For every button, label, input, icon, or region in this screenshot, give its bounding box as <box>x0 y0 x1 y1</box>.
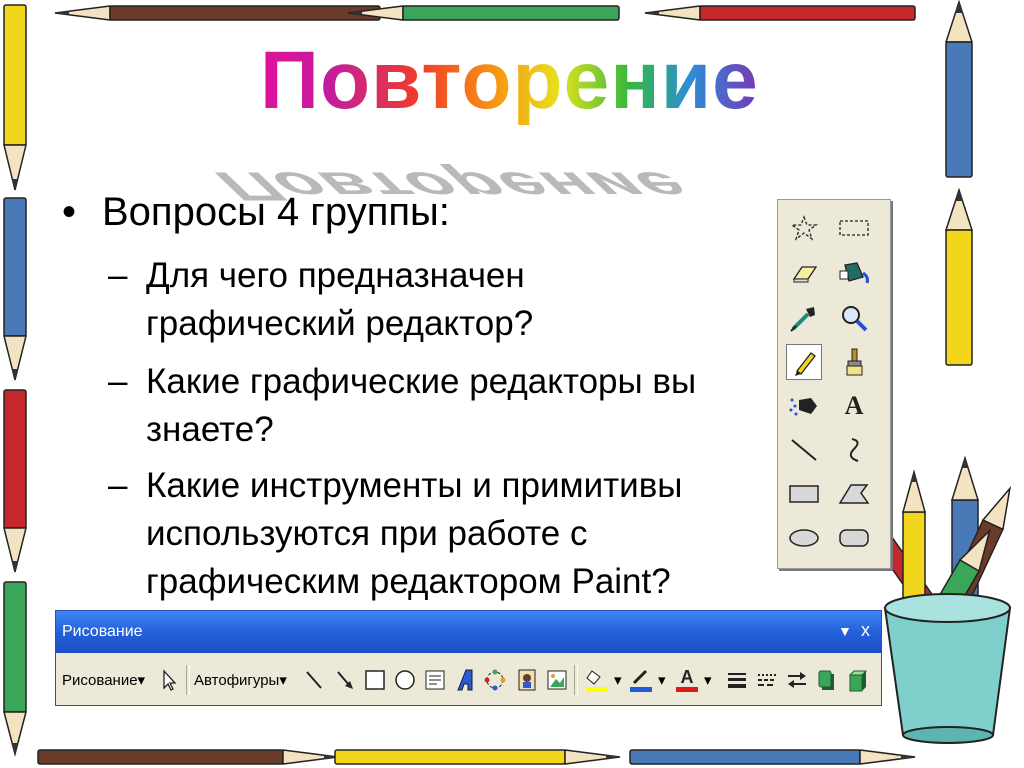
text-tool-glyph: A <box>844 391 864 420</box>
ellipse-icon[interactable] <box>786 520 822 556</box>
pencil-bottom-1 <box>37 749 339 765</box>
font-color-dropdown[interactable]: ▾ <box>704 671 712 689</box>
arrow-tool-icon[interactable] <box>332 667 358 693</box>
arrow-style-icon[interactable] <box>784 667 810 693</box>
pencil-top-2 <box>347 5 620 21</box>
shadow-style-icon[interactable] <box>814 667 840 693</box>
diagram-icon[interactable] <box>482 667 508 693</box>
toolbar-title: Рисование <box>62 623 143 640</box>
autoshapes-menu-button[interactable]: Автофигуры▾ <box>194 671 287 689</box>
pencil-bottom-2 <box>334 749 621 765</box>
magnifier-icon[interactable] <box>836 300 872 336</box>
question-3-line-1: Какие инструменты и примитивы <box>146 466 683 505</box>
pencil-right-1 <box>944 0 974 178</box>
select-objects-icon[interactable] <box>156 667 182 693</box>
question-1-line-2: графический редактор? <box>146 304 534 343</box>
line-color-icon[interactable] <box>628 667 654 693</box>
eraser-icon[interactable] <box>786 255 822 291</box>
line-style-icon[interactable] <box>724 667 750 693</box>
toolbar-row: Рисование▾ Автофигуры▾ ▾ ▾ A ▾ <box>56 657 881 701</box>
curve-icon[interactable] <box>836 432 872 468</box>
pencil-left-3 <box>3 389 27 573</box>
dropdown-arrow-icon: ▾ <box>137 672 146 689</box>
fill-color-dropdown[interactable]: ▾ <box>614 671 622 689</box>
pencil-top-3 <box>644 5 916 21</box>
text-icon[interactable]: A <box>836 388 872 424</box>
line-color-dropdown[interactable]: ▾ <box>658 671 666 689</box>
line-icon[interactable] <box>786 432 822 468</box>
question-1-line-1: Для чего предназначен <box>146 256 525 295</box>
pencil-right-2 <box>944 187 974 366</box>
pencil-bottom-3 <box>629 749 916 765</box>
free-select-icon[interactable] <box>786 210 822 246</box>
insert-picture-icon[interactable] <box>544 667 570 693</box>
question-3-line-2: используются при работе с <box>146 514 588 553</box>
draw-menu-label: Рисование <box>62 672 138 689</box>
rect-select-icon[interactable] <box>836 210 872 246</box>
dropdown-arrow-icon: ▾ <box>279 672 287 689</box>
question-2-line-2: знаете? <box>146 410 274 449</box>
dash-marker: – <box>108 362 128 401</box>
rectangle-icon[interactable] <box>786 476 822 512</box>
clipart-icon[interactable] <box>514 667 540 693</box>
fill-color-icon[interactable] <box>584 667 610 693</box>
color-picker-icon[interactable] <box>786 300 822 336</box>
dash-marker: – <box>108 466 128 505</box>
polygon-icon[interactable] <box>836 476 872 512</box>
dash-marker: – <box>108 256 128 295</box>
question-2-line-1: Какие графические редакторы вы <box>146 362 697 401</box>
font-color-glyph: A <box>680 667 694 687</box>
toolbar-title-bar[interactable]: Рисование ▼ x <box>56 611 881 653</box>
bullet-marker: • <box>62 190 77 234</box>
slide-title: Повторение <box>260 35 759 126</box>
pencil-icon[interactable] <box>786 344 822 380</box>
paint-toolbox: A <box>777 199 891 569</box>
font-color-icon[interactable]: A <box>674 667 700 693</box>
airbrush-icon[interactable] <box>786 388 822 424</box>
bullet-main: • Вопросы 4 группы: <box>62 190 450 235</box>
rounded-rect-icon[interactable] <box>836 520 872 556</box>
line-tool-icon[interactable] <box>301 667 327 693</box>
pencil-left-1 <box>3 4 27 191</box>
oval-tool-icon[interactable] <box>392 667 418 693</box>
pencil-left-4 <box>3 581 27 757</box>
pencil-left-2 <box>3 197 27 381</box>
draw-menu-button[interactable]: Рисование▾ <box>62 671 145 689</box>
question-3-line-3: графическим редактором Paint? <box>146 562 671 601</box>
bullet-main-text: Вопросы 4 группы: <box>102 190 450 234</box>
autoshapes-menu-label: Автофигуры <box>194 672 280 689</box>
toolbar-options-icon[interactable]: ▼ <box>838 623 852 639</box>
rectangle-tool-icon[interactable] <box>362 667 388 693</box>
close-icon[interactable]: x <box>861 620 870 641</box>
3d-style-icon[interactable] <box>844 667 870 693</box>
drawing-toolbar: Рисование ▼ x Рисование▾ Автофигуры▾ ▾ ▾… <box>55 610 882 706</box>
fill-bucket-icon[interactable] <box>836 255 872 291</box>
toolbar-separator <box>186 665 190 695</box>
dash-style-icon[interactable] <box>754 667 780 693</box>
pencil-top-1 <box>54 5 381 21</box>
textbox-icon[interactable] <box>422 667 448 693</box>
wordart-icon[interactable] <box>452 667 478 693</box>
brush-icon[interactable] <box>836 344 872 380</box>
toolbar-separator <box>574 665 578 695</box>
